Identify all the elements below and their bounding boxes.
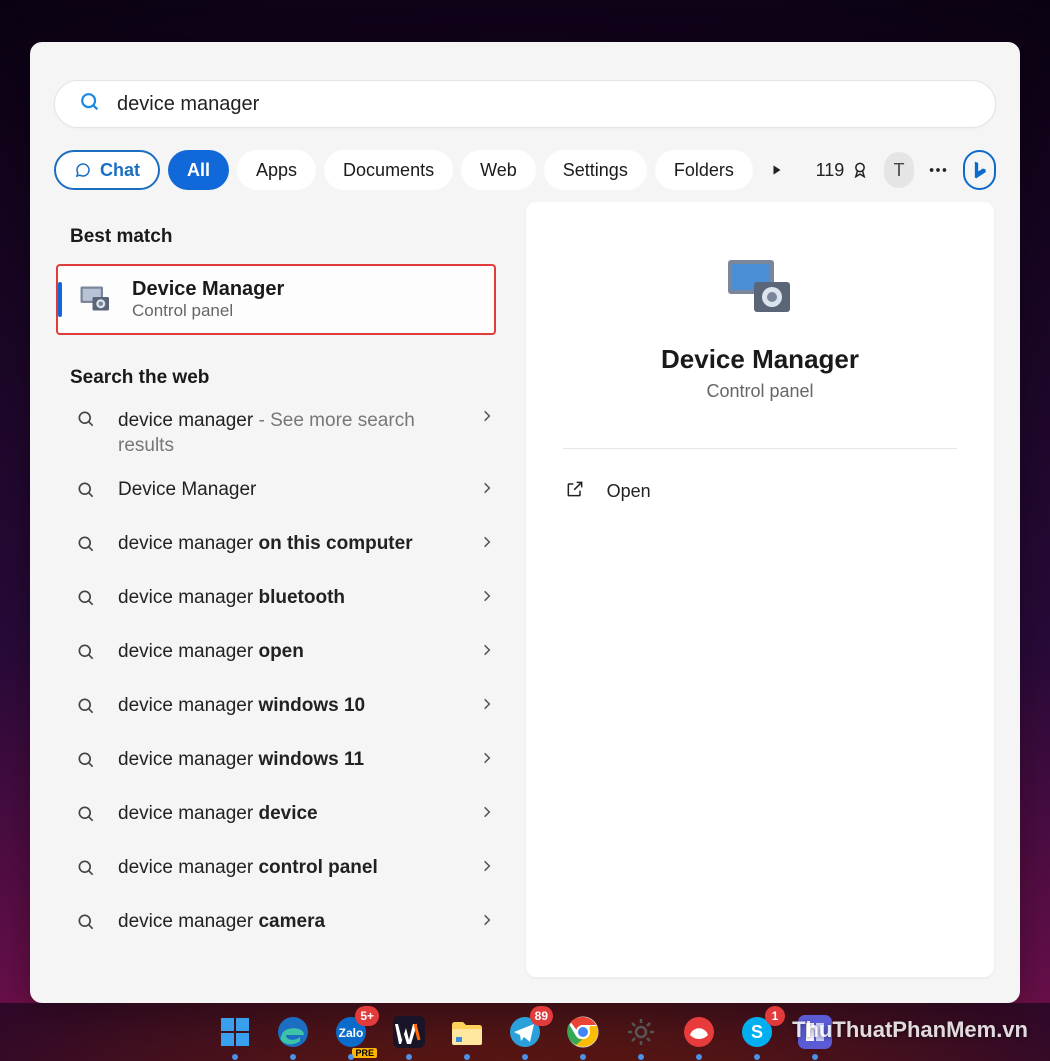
filter-settings[interactable]: Settings xyxy=(544,150,647,190)
best-match-subtitle: Control panel xyxy=(132,301,284,321)
web-result-item[interactable]: device manager - See more search results xyxy=(70,399,508,463)
search-icon xyxy=(74,409,98,429)
svg-text:Zalo: Zalo xyxy=(339,1026,364,1040)
filter-apps[interactable]: Apps xyxy=(237,150,316,190)
search-icon xyxy=(74,858,98,878)
preview-separator xyxy=(563,448,957,449)
taskbar-settings-app[interactable] xyxy=(619,1010,663,1054)
web-result-item[interactable]: device manager on this computer xyxy=(70,517,508,571)
filter-web[interactable]: Web xyxy=(461,150,536,190)
web-results-list: device manager - See more search results… xyxy=(70,399,508,949)
chevron-right-icon xyxy=(480,481,500,500)
taskbar-app-w[interactable] xyxy=(387,1010,431,1054)
content-row: Best match Device Manager Control panel … xyxy=(30,202,1020,991)
taskbar-skype[interactable]: S 1 xyxy=(735,1010,779,1054)
open-action-label: Open xyxy=(607,481,651,502)
filter-all[interactable]: All xyxy=(168,150,229,190)
web-result-item[interactable]: device manager windows 11 xyxy=(70,733,508,787)
taskbar-zalo[interactable]: Zalo 5+ PRE xyxy=(329,1010,373,1054)
search-icon xyxy=(74,750,98,770)
preview-device-manager-icon xyxy=(724,256,796,320)
chevron-right-icon xyxy=(480,589,500,608)
preview-title: Device Manager xyxy=(661,344,859,375)
medal-icon xyxy=(850,160,870,180)
preview-pane: Device Manager Control panel Open xyxy=(526,202,994,977)
web-result-text: device manager bluetooth xyxy=(118,586,460,611)
preview-subtitle: Control panel xyxy=(706,381,813,402)
chevron-right-icon xyxy=(480,859,500,878)
taskbar-edge[interactable] xyxy=(271,1010,315,1054)
chat-tab-label: Chat xyxy=(100,160,140,181)
filter-documents[interactable]: Documents xyxy=(324,150,453,190)
web-result-item[interactable]: device manager control panel xyxy=(70,841,508,895)
chevron-right-icon xyxy=(480,409,500,428)
best-match-title: Device Manager xyxy=(132,278,284,301)
web-result-text: device manager device xyxy=(118,802,460,827)
svg-text:S: S xyxy=(751,1022,763,1042)
web-result-text: device manager open xyxy=(118,640,460,665)
search-web-heading: Search the web xyxy=(70,353,508,399)
device-manager-icon xyxy=(76,282,112,318)
zalo-badge: 5+ xyxy=(355,1006,379,1026)
web-result-text: device manager on this computer xyxy=(118,532,460,557)
search-input[interactable] xyxy=(117,93,971,116)
web-result-text: device manager windows 11 xyxy=(118,748,460,773)
search-icon xyxy=(74,534,98,554)
best-match-heading: Best match xyxy=(70,212,508,258)
search-icon xyxy=(79,91,101,118)
chevron-right-icon xyxy=(480,697,500,716)
results-column: Best match Device Manager Control panel … xyxy=(42,202,514,991)
taskbar-chrome[interactable] xyxy=(561,1010,605,1054)
taskbar-app-red[interactable] xyxy=(677,1010,721,1054)
search-icon xyxy=(74,480,98,500)
start-button[interactable] xyxy=(213,1010,257,1054)
web-result-item[interactable]: device manager camera xyxy=(70,895,508,949)
web-result-item[interactable]: Device Manager xyxy=(70,463,508,517)
user-avatar[interactable]: T xyxy=(884,152,913,188)
filter-row: Chat All Apps Documents Web Settings Fol… xyxy=(30,146,1020,202)
web-result-item[interactable]: device manager windows 10 xyxy=(70,679,508,733)
windows-search-panel: Chat All Apps Documents Web Settings Fol… xyxy=(30,42,1020,1003)
web-result-item[interactable]: device manager open xyxy=(70,625,508,679)
web-result-text: device manager camera xyxy=(118,910,460,935)
chevron-right-icon xyxy=(480,535,500,554)
telegram-badge: 89 xyxy=(530,1006,553,1026)
web-result-item[interactable]: device manager device xyxy=(70,787,508,841)
rewards-points[interactable]: 119 xyxy=(810,160,877,181)
chevron-right-icon xyxy=(480,751,500,770)
taskbar-file-explorer[interactable] xyxy=(445,1010,489,1054)
chat-tab[interactable]: Chat xyxy=(54,150,160,190)
more-options-button[interactable] xyxy=(922,150,955,190)
search-icon xyxy=(74,804,98,824)
search-icon xyxy=(74,696,98,716)
filter-folders[interactable]: Folders xyxy=(655,150,753,190)
web-result-text: device manager control panel xyxy=(118,856,460,881)
web-result-item[interactable]: device manager bluetooth xyxy=(70,571,508,625)
bing-chat-button[interactable] xyxy=(963,150,996,190)
search-icon xyxy=(74,912,98,932)
chevron-right-icon xyxy=(480,643,500,662)
filter-more-button[interactable] xyxy=(761,150,794,190)
open-action[interactable]: Open xyxy=(555,469,966,513)
web-result-text: device manager windows 10 xyxy=(118,694,460,719)
taskbar-telegram[interactable]: 89 xyxy=(503,1010,547,1054)
open-external-icon xyxy=(565,479,585,504)
search-icon xyxy=(74,642,98,662)
chevron-right-icon xyxy=(480,913,500,932)
web-result-text: Device Manager xyxy=(118,478,460,503)
skype-badge: 1 xyxy=(765,1006,785,1026)
chevron-right-icon xyxy=(480,805,500,824)
watermark: ThuThuatPhanMem.vn xyxy=(792,1017,1028,1043)
web-result-text: device manager - See more search results xyxy=(118,409,460,458)
best-match-result[interactable]: Device Manager Control panel xyxy=(56,264,496,335)
search-bar[interactable] xyxy=(54,80,996,128)
search-icon xyxy=(74,588,98,608)
